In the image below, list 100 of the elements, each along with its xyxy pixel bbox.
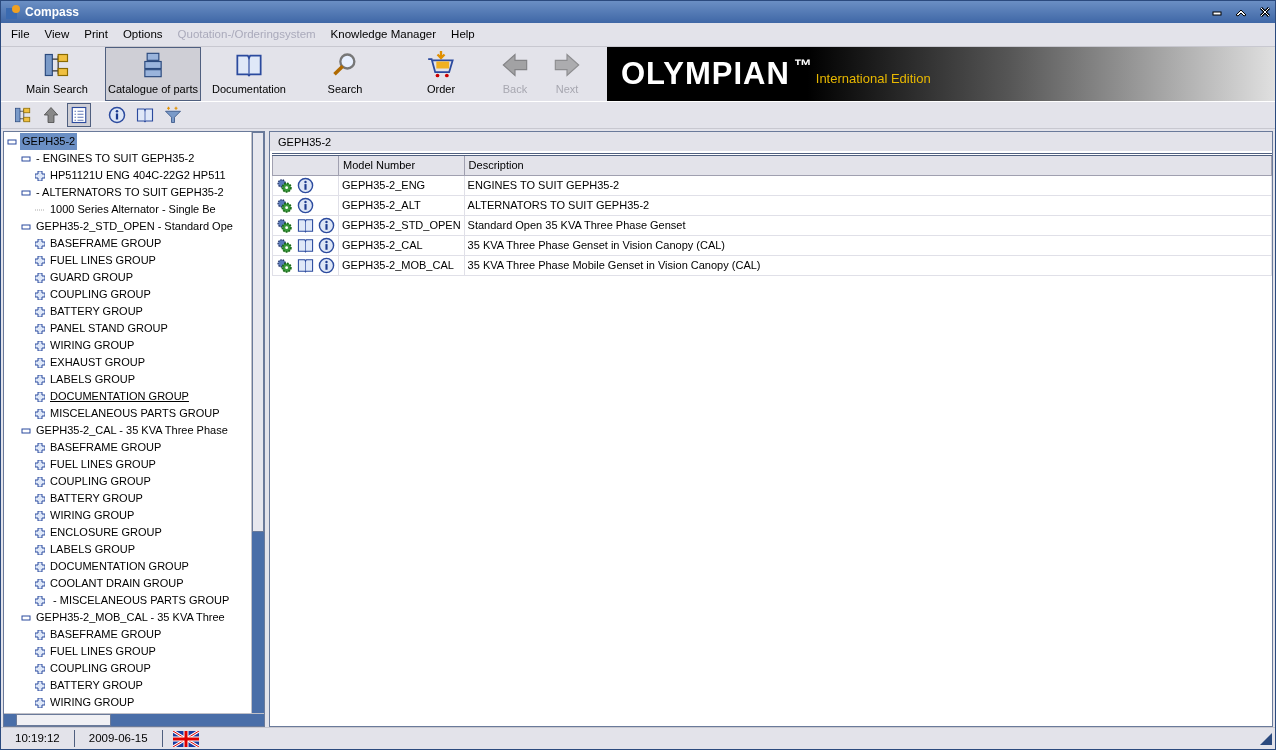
tree-item[interactable]: LABELS GROUP <box>48 541 137 558</box>
expand-icon[interactable] <box>35 442 45 453</box>
toolbar-button[interactable]: Catalogue of parts <box>105 47 201 101</box>
view-button[interactable] <box>67 103 91 127</box>
tree-item[interactable]: WIRING GROUP <box>48 694 137 711</box>
collapse-icon[interactable] <box>21 425 31 436</box>
gears-icon <box>276 176 293 194</box>
tree-item[interactable]: BASEFRAME GROUP <box>48 439 164 456</box>
table-cell: ENGINES TO SUIT GEPH35-2 <box>464 175 1272 195</box>
resize-grip-icon[interactable] <box>1260 732 1272 745</box>
tree-item[interactable]: 1000 Series Alternator - Single Be <box>48 201 218 218</box>
expand-icon[interactable] <box>35 272 45 283</box>
tree-item[interactable]: GUARD GROUP <box>48 269 136 286</box>
menu-item[interactable]: Print <box>78 25 117 44</box>
tree-item[interactable]: BATTERY GROUP <box>48 677 145 694</box>
expand-icon[interactable] <box>35 578 45 589</box>
expand-icon[interactable] <box>35 680 45 691</box>
status-date: 2009-06-15 <box>74 729 163 748</box>
tree-item[interactable]: GEPH35-2_MOB_CAL - 35 KVA Three <box>34 609 227 626</box>
tree-item[interactable]: FUEL LINES GROUP <box>48 252 158 269</box>
tree-item[interactable]: WIRING GROUP <box>48 337 137 354</box>
expand-icon[interactable] <box>35 238 45 249</box>
tree-item[interactable]: BATTERY GROUP <box>48 303 145 320</box>
expand-icon[interactable] <box>35 663 45 674</box>
tree-item[interactable]: HP51121U ENG 404C-22G2 HP511 <box>48 167 228 184</box>
tree-item[interactable]: WIRING GROUP <box>48 507 137 524</box>
tree-item[interactable]: DOCUMENTATION GROUP <box>48 558 191 575</box>
expand-icon[interactable] <box>35 255 45 266</box>
close-icon[interactable] <box>1259 6 1271 18</box>
table-cell: Standard Open 35 KVA Three Phase Genset <box>464 215 1272 235</box>
menu-item[interactable]: Options <box>116 25 172 44</box>
table-cell: GEPH35-2_CAL <box>338 235 465 255</box>
menu-item[interactable]: Help <box>445 25 484 44</box>
info-icon <box>318 216 335 234</box>
flag-icon[interactable] <box>172 730 199 747</box>
expand-icon[interactable] <box>35 340 45 351</box>
expand-icon[interactable] <box>35 629 45 640</box>
tree-item[interactable]: GEPH35-2 <box>20 133 78 150</box>
tree-item[interactable]: ENCLOSURE GROUP <box>48 524 164 541</box>
collapse-icon[interactable] <box>7 136 17 147</box>
right-arrow-icon <box>553 50 581 79</box>
tree-item[interactable]: COUPLING GROUP <box>48 286 153 303</box>
tree-item[interactable]: GEPH35-2_CAL - 35 KVA Three Phase <box>34 422 230 439</box>
collapse-icon[interactable] <box>21 221 31 232</box>
expand-icon[interactable] <box>35 374 45 385</box>
tree-item[interactable]: COUPLING GROUP <box>48 473 153 490</box>
gears-icon <box>276 236 293 254</box>
toolbar-button[interactable]: Documentation <box>201 47 297 101</box>
tree-item[interactable]: GEPH35-2_STD_OPEN - Standard Ope <box>34 218 235 235</box>
expand-icon[interactable] <box>35 289 45 300</box>
menu-item[interactable]: Knowledge Manager <box>324 25 446 44</box>
expand-icon[interactable] <box>35 306 45 317</box>
column-header[interactable]: Model Number <box>338 154 465 175</box>
tree-item[interactable]: BASEFRAME GROUP <box>48 626 164 643</box>
expand-icon[interactable] <box>35 170 45 181</box>
expand-icon[interactable] <box>35 391 45 402</box>
expand-icon[interactable] <box>35 527 45 538</box>
collapse-icon[interactable] <box>21 612 31 623</box>
expand-icon[interactable] <box>35 476 45 487</box>
window-title: Compass <box>25 4 80 21</box>
tree-item[interactable]: EXHAUST GROUP <box>48 354 148 371</box>
tree-item[interactable]: BATTERY GROUP <box>48 490 145 507</box>
tree-item[interactable]: - ENGINES TO SUIT GEPH35-2 <box>34 150 197 167</box>
tree-item[interactable]: LABELS GROUP <box>48 371 137 388</box>
tree-item[interactable]: FUEL LINES GROUP <box>48 643 158 660</box>
tree-item[interactable]: - ALTERNATORS TO SUIT GEPH35-2 <box>34 184 226 201</box>
horizontal-scrollbar[interactable] <box>4 713 264 726</box>
expand-icon[interactable] <box>35 323 45 334</box>
info-icon <box>297 196 314 214</box>
tree-item[interactable]: DOCUMENTATION GROUP <box>48 388 191 405</box>
tree-item[interactable]: FUEL LINES GROUP <box>48 456 158 473</box>
tree-item[interactable]: PANEL STAND GROUP <box>48 320 170 337</box>
tree-item[interactable]: COOLANT DRAIN GROUP <box>48 575 186 592</box>
column-header[interactable]: Description <box>464 154 1272 175</box>
table-cell: GEPH35-2_ALT <box>338 195 465 215</box>
expand-icon[interactable] <box>35 646 45 657</box>
menu-item[interactable]: File <box>5 25 39 44</box>
expand-icon[interactable] <box>35 510 45 521</box>
status-time: 10:19:12 <box>1 729 75 748</box>
expand-icon[interactable] <box>35 595 45 606</box>
expand-icon[interactable] <box>35 357 45 368</box>
expand-icon[interactable] <box>35 493 45 504</box>
tree-item[interactable]: - MISCELANEOUS PARTS GROUP <box>48 592 232 609</box>
expand-icon[interactable] <box>35 697 45 708</box>
expand-icon[interactable] <box>35 544 45 555</box>
expand-icon[interactable] <box>35 561 45 572</box>
toolbar-button[interactable]: Search <box>297 47 393 101</box>
book-icon <box>136 106 154 124</box>
toolbar-button[interactable]: Main Search <box>9 47 105 101</box>
tree-item[interactable]: MISCELANEOUS PARTS GROUP <box>48 405 222 422</box>
tree-item[interactable]: COUPLING GROUP <box>48 660 153 677</box>
collapse-icon[interactable] <box>21 153 31 164</box>
expand-icon[interactable] <box>35 408 45 419</box>
toolbar-button[interactable]: Order <box>393 47 489 101</box>
tree-item[interactable]: BASEFRAME GROUP <box>48 235 164 252</box>
vertical-scrollbar[interactable] <box>251 132 264 713</box>
funnel-icon <box>164 106 182 124</box>
menu-item[interactable]: View <box>38 25 79 44</box>
collapse-icon[interactable] <box>21 187 31 198</box>
expand-icon[interactable] <box>35 459 45 470</box>
